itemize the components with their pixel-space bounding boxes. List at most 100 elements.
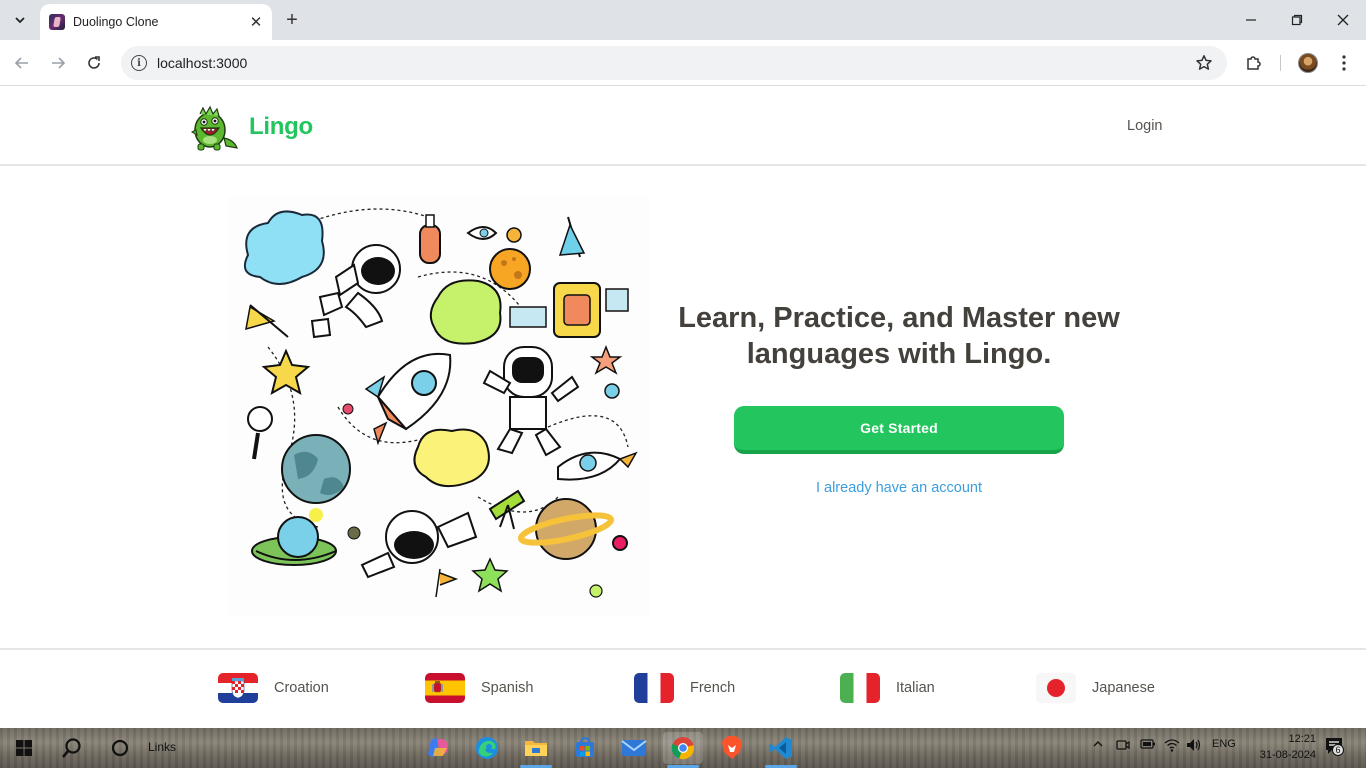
rocket-icon (364, 352, 452, 431)
store-icon (576, 737, 594, 757)
page: Lingo Login Learn, Practice, and Master … (0, 86, 1366, 728)
italy-flag-icon (840, 673, 880, 703)
restore-icon (1291, 14, 1303, 26)
tray-overflow-icon[interactable] (1092, 738, 1104, 753)
back-button[interactable] (8, 49, 36, 77)
toolbar-divider (1280, 55, 1281, 71)
astronaut-icon (360, 510, 478, 579)
rocket-icon (419, 214, 441, 264)
new-tab-button[interactable]: + (280, 8, 304, 32)
mail-icon (621, 740, 647, 756)
france-flag-icon (634, 673, 674, 703)
language-label: Spanish (481, 680, 534, 696)
language-label: Italian (896, 680, 935, 696)
close-icon (1337, 14, 1349, 26)
language-label: Japanese (1092, 680, 1155, 696)
login-button[interactable]: Login (1119, 116, 1170, 136)
language-japanese[interactable]: Japanese (1036, 672, 1155, 704)
browser-toolbar: i localhost:3000 (0, 40, 1366, 86)
brave-button[interactable] (712, 732, 752, 764)
croatia-flag-icon (218, 673, 258, 703)
browser-tabstrip: Duolingo Clone ✕ + (0, 0, 1366, 40)
more-vert-icon (1342, 55, 1346, 71)
edge-icon (476, 737, 498, 759)
cortana-button[interactable] (100, 732, 140, 764)
edge-button[interactable] (467, 732, 507, 764)
astronaut-icon (482, 346, 580, 457)
hero-title: Learn, Practice, and Master new language… (678, 302, 1120, 370)
minimize-button[interactable] (1228, 6, 1274, 34)
system-clock[interactable]: 12:21 31-08-2024 (1246, 731, 1316, 763)
language-croatian[interactable]: Croation (218, 672, 329, 704)
astronaut-icon (310, 244, 401, 339)
search-icon (62, 738, 81, 758)
start-button[interactable] (4, 732, 44, 764)
tab-close-icon[interactable]: ✕ (246, 12, 266, 32)
address-bar[interactable]: i localhost:3000 (121, 46, 1227, 80)
browser-tab[interactable]: Duolingo Clone ✕ (40, 4, 272, 40)
wifi-icon[interactable] (1164, 738, 1180, 755)
reload-button[interactable] (80, 49, 108, 77)
vscode-icon (769, 737, 792, 759)
planet-icon (251, 516, 337, 566)
brand-name[interactable]: Lingo (249, 113, 313, 141)
folder-icon (525, 741, 547, 756)
restore-button[interactable] (1274, 6, 1320, 34)
taskbar-search-label[interactable]: Links (148, 740, 176, 754)
forward-button[interactable] (44, 49, 72, 77)
minimize-icon (1246, 19, 1256, 21)
file-explorer-button[interactable] (516, 732, 556, 768)
arrow-right-icon (52, 57, 66, 69)
copilot-icon (428, 738, 448, 757)
store-button[interactable] (565, 732, 605, 764)
address-url[interactable]: localhost:3000 (157, 55, 1195, 71)
vscode-button[interactable] (761, 732, 801, 768)
menu-button[interactable] (1330, 49, 1358, 77)
tab-search-button[interactable] (6, 7, 34, 33)
get-started-button[interactable]: Get Started (734, 406, 1064, 454)
chrome-button[interactable] (663, 732, 703, 768)
tab-favicon-icon (49, 14, 65, 30)
site-header: Lingo Login (0, 86, 1366, 166)
puzzle-icon (1247, 56, 1261, 70)
tab-title: Duolingo Clone (73, 15, 159, 29)
reload-icon (88, 56, 100, 69)
language-spanish[interactable]: Spanish (425, 672, 533, 704)
site-info-icon[interactable]: i (131, 55, 147, 71)
bookmark-star-icon[interactable] (1195, 54, 1213, 72)
dinosaur-mascot-icon[interactable] (186, 102, 238, 152)
notifications-button[interactable]: 6 (1324, 736, 1344, 759)
space-astronaut-illustration (228, 197, 650, 617)
profile-button[interactable] (1294, 49, 1322, 77)
existing-account-link[interactable]: I already have an account (734, 480, 1064, 500)
rocket-icon (557, 451, 638, 481)
language-label: Croation (274, 680, 329, 696)
spain-flag-icon (425, 673, 465, 703)
extensions-button[interactable] (1240, 49, 1268, 77)
language-french[interactable]: French (634, 672, 735, 704)
japan-flag-icon (1036, 673, 1076, 703)
mail-button[interactable] (614, 732, 654, 764)
language-italian[interactable]: Italian (840, 672, 935, 704)
volume-icon[interactable] (1186, 738, 1202, 755)
brave-lion-icon (722, 736, 742, 759)
planet-icon (281, 434, 351, 504)
input-language[interactable]: ENG (1212, 738, 1236, 750)
avatar (1298, 53, 1318, 73)
clock-time: 12:21 (1288, 733, 1316, 745)
battery-icon[interactable] (1140, 738, 1156, 753)
windows-logo-icon (16, 740, 32, 756)
cloud-icon (244, 210, 325, 285)
planet-icon (517, 498, 615, 560)
arrow-left-icon (14, 57, 28, 69)
copilot-button[interactable] (418, 732, 458, 764)
search-button[interactable] (52, 732, 92, 764)
language-label: French (690, 680, 736, 696)
meet-now-icon[interactable] (1116, 738, 1130, 755)
close-window-button[interactable] (1320, 6, 1366, 34)
chevron-down-icon (15, 17, 25, 24)
site-footer: Croation Spanish French Italian Japanese (0, 648, 1366, 728)
windows-taskbar: Links ENG 12:21 31-08-2024 6 (0, 728, 1366, 768)
notification-count-badge: 6 (1332, 744, 1344, 756)
cortana-circle-icon (111, 739, 129, 757)
